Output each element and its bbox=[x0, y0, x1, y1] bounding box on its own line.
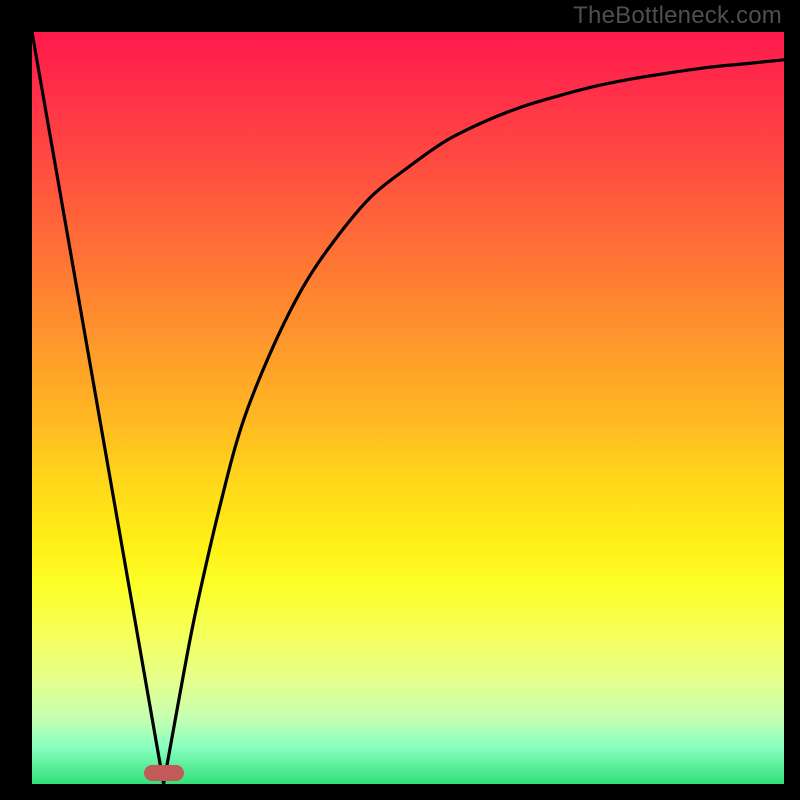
minimum-marker bbox=[144, 765, 184, 781]
watermark-text: TheBottleneck.com bbox=[573, 2, 782, 30]
bottleneck-curve bbox=[32, 32, 784, 784]
curve-path bbox=[32, 32, 784, 784]
chart-frame: TheBottleneck.com bbox=[0, 0, 800, 800]
plot-area bbox=[32, 32, 784, 784]
